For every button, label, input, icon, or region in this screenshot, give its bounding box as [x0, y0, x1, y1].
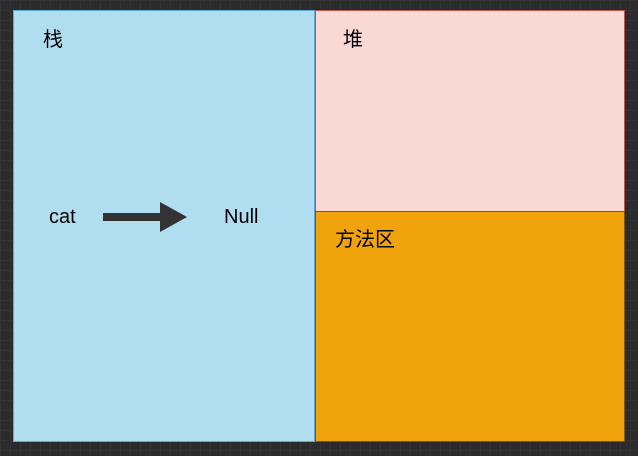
null-reference-label: Null [224, 206, 259, 228]
stack-region: 栈 cat Null [13, 10, 315, 442]
method-area-region: 方法区 [315, 211, 625, 442]
stack-label: 栈 [43, 27, 63, 51]
memory-diagram: 栈 cat Null 堆 方法区 [13, 10, 625, 442]
heap-region: 堆 [315, 10, 625, 212]
arrow-shaft [103, 213, 163, 221]
arrow-right-icon [103, 202, 187, 232]
cat-variable-label: cat [49, 206, 76, 228]
arrow-head [160, 202, 187, 232]
method-area-label: 方法区 [335, 227, 395, 251]
heap-label: 堆 [343, 27, 363, 51]
